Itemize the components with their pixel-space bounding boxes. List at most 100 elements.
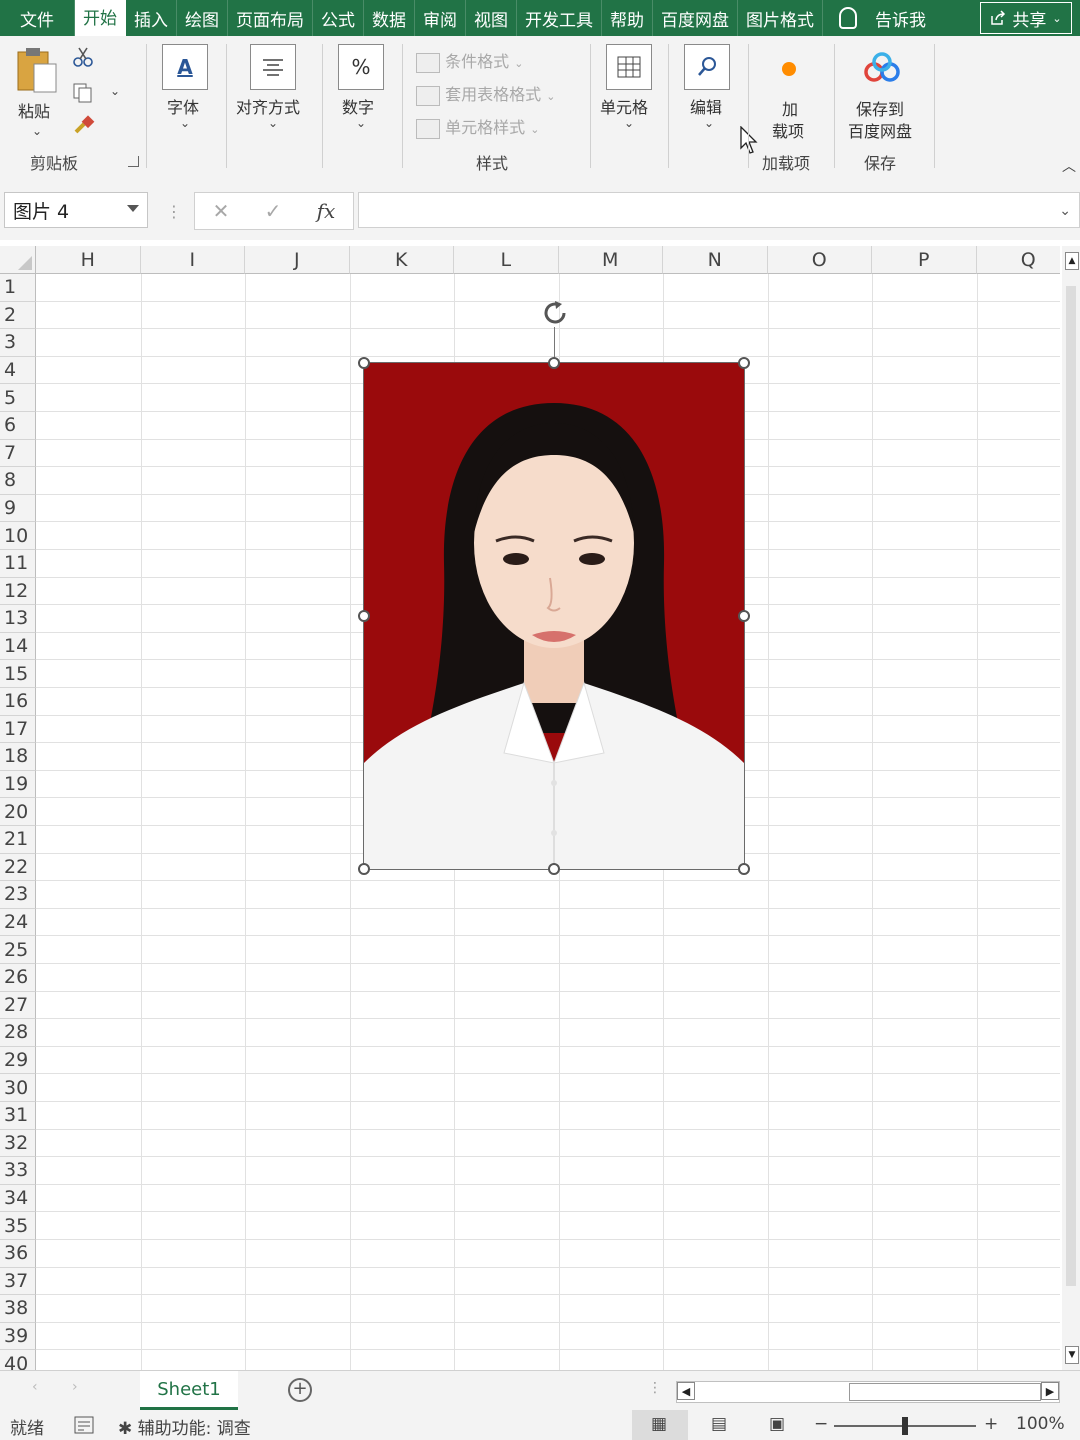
column-header-o[interactable]: O bbox=[767, 246, 872, 274]
scroll-left-icon[interactable]: ◀ bbox=[677, 1382, 695, 1400]
paste-button[interactable]: 粘贴 ⌄ bbox=[14, 46, 64, 138]
scrollbar-thumb[interactable] bbox=[849, 1383, 1041, 1401]
selected-picture[interactable] bbox=[363, 362, 745, 870]
column-header-q[interactable]: Q bbox=[976, 246, 1060, 274]
row-header-27[interactable]: 27 bbox=[0, 991, 36, 1020]
row-header-20[interactable]: 20 bbox=[0, 798, 36, 826]
macro-record-icon[interactable] bbox=[74, 1416, 94, 1434]
next-sheet-icon[interactable]: › bbox=[72, 1379, 78, 1395]
row-header-21[interactable]: 21 bbox=[0, 826, 36, 854]
column-header-h[interactable]: H bbox=[36, 246, 141, 274]
cell-style-button[interactable]: 单元格样式 ⌄ bbox=[416, 114, 586, 139]
font-button[interactable]: A 字体 ⌄ bbox=[162, 44, 212, 144]
row-header-5[interactable]: 5 bbox=[0, 384, 36, 412]
name-box[interactable]: 图片 4 bbox=[4, 192, 148, 228]
addins-button[interactable]: 加 载项 bbox=[762, 54, 822, 144]
normal-view-icon[interactable]: ▦ bbox=[646, 1414, 672, 1436]
formula-bar-grip-icon[interactable]: ⋮ bbox=[166, 202, 182, 221]
alignment-button[interactable]: 对齐方式 ⌄ bbox=[236, 44, 316, 144]
tab-home[interactable]: 开始 bbox=[75, 0, 126, 36]
tell-me-search[interactable]: 告诉我 bbox=[839, 0, 926, 36]
column-header-l[interactable]: L bbox=[454, 246, 559, 274]
chevron-down-icon[interactable] bbox=[127, 205, 139, 212]
row-header-9[interactable]: 9 bbox=[0, 494, 36, 523]
add-sheet-icon[interactable]: + bbox=[288, 1378, 312, 1402]
row-header-4[interactable]: 4 bbox=[0, 356, 36, 385]
tab-developer[interactable]: 开发工具 bbox=[517, 0, 602, 36]
resize-handle-left[interactable] bbox=[358, 610, 370, 622]
rotate-handle-icon[interactable] bbox=[540, 298, 570, 328]
row-header-29[interactable]: 29 bbox=[0, 1046, 36, 1075]
row-header-24[interactable]: 24 bbox=[0, 908, 36, 937]
share-button[interactable]: 共享 ⌄ bbox=[980, 2, 1072, 34]
row-header-15[interactable]: 15 bbox=[0, 660, 36, 688]
row-header-1[interactable]: 1 bbox=[0, 274, 36, 302]
tab-baidu-netdisk[interactable]: 百度网盘 bbox=[653, 0, 738, 36]
tab-insert[interactable]: 插入 bbox=[126, 0, 177, 36]
row-header-17[interactable]: 17 bbox=[0, 715, 36, 744]
select-all-corner[interactable] bbox=[0, 246, 36, 274]
tab-page-layout[interactable]: 页面布局 bbox=[228, 0, 313, 36]
row-header-38[interactable]: 38 bbox=[0, 1295, 36, 1323]
scroll-right-icon[interactable]: ▶ bbox=[1041, 1382, 1059, 1400]
column-header-m[interactable]: M bbox=[558, 246, 663, 274]
resize-handle-bottom-right[interactable] bbox=[738, 863, 750, 875]
row-header-31[interactable]: 31 bbox=[0, 1102, 36, 1130]
row-header-6[interactable]: 6 bbox=[0, 412, 36, 440]
row-header-23[interactable]: 23 bbox=[0, 881, 36, 909]
horizontal-scrollbar[interactable]: ◀ ▶ bbox=[676, 1381, 1060, 1403]
row-header-35[interactable]: 35 bbox=[0, 1212, 36, 1240]
formula-input[interactable]: ⌄ bbox=[358, 192, 1080, 228]
tab-data[interactable]: 数据 bbox=[364, 0, 415, 36]
format-painter-icon[interactable] bbox=[72, 114, 96, 136]
zoom-level[interactable]: 100% bbox=[1016, 1414, 1065, 1434]
row-header-12[interactable]: 12 bbox=[0, 577, 36, 606]
row-header-2[interactable]: 2 bbox=[0, 301, 36, 330]
editing-button[interactable]: 编辑 ⌄ bbox=[684, 44, 734, 144]
resize-handle-bottom-left[interactable] bbox=[358, 863, 370, 875]
row-header-19[interactable]: 19 bbox=[0, 770, 36, 799]
table-format-button[interactable]: 套用表格格式 ⌄ bbox=[416, 81, 586, 106]
number-button[interactable]: % 数字 ⌄ bbox=[338, 44, 388, 144]
column-header-i[interactable]: I bbox=[140, 246, 245, 274]
dialog-launcher-icon[interactable] bbox=[128, 156, 139, 167]
tab-review[interactable]: 审阅 bbox=[415, 0, 466, 36]
zoom-in-icon[interactable]: + bbox=[984, 1414, 998, 1434]
cut-icon[interactable] bbox=[72, 46, 94, 68]
prev-sheet-icon[interactable]: ‹ bbox=[32, 1379, 38, 1395]
column-header-p[interactable]: P bbox=[872, 246, 977, 274]
column-header-j[interactable]: J bbox=[245, 246, 350, 274]
row-header-18[interactable]: 18 bbox=[0, 743, 36, 771]
zoom-slider-thumb[interactable] bbox=[902, 1417, 908, 1435]
row-header-25[interactable]: 25 bbox=[0, 936, 36, 964]
scroll-up-icon[interactable]: ▲ bbox=[1065, 252, 1079, 270]
row-header-33[interactable]: 33 bbox=[0, 1157, 36, 1185]
confirm-icon[interactable]: ✓ bbox=[265, 199, 282, 223]
resize-handle-top-right[interactable] bbox=[738, 357, 750, 369]
row-header-34[interactable]: 34 bbox=[0, 1184, 36, 1213]
row-header-11[interactable]: 11 bbox=[0, 550, 36, 578]
row-header-36[interactable]: 36 bbox=[0, 1240, 36, 1268]
row-header-10[interactable]: 10 bbox=[0, 522, 36, 550]
column-header-n[interactable]: N bbox=[663, 246, 768, 274]
resize-handle-right[interactable] bbox=[738, 610, 750, 622]
accessibility-status[interactable]: ✱ 辅助功能: 调查 bbox=[118, 1414, 251, 1439]
row-header-3[interactable]: 3 bbox=[0, 329, 36, 357]
row-header-39[interactable]: 39 bbox=[0, 1322, 36, 1351]
row-header-13[interactable]: 13 bbox=[0, 605, 36, 633]
insert-function-icon[interactable]: fx bbox=[317, 199, 336, 223]
row-header-37[interactable]: 37 bbox=[0, 1267, 36, 1296]
row-header-40[interactable]: 40 bbox=[0, 1350, 36, 1370]
expand-formula-bar-icon[interactable]: ⌄ bbox=[1059, 203, 1071, 219]
row-header-14[interactable]: 14 bbox=[0, 632, 36, 661]
row-header-16[interactable]: 16 bbox=[0, 688, 36, 716]
tab-view[interactable]: 视图 bbox=[466, 0, 517, 36]
sheet-tab-sheet1[interactable]: Sheet1 bbox=[140, 1371, 238, 1410]
page-break-view-icon[interactable]: ▣ bbox=[764, 1414, 790, 1436]
page-layout-view-icon[interactable]: ▤ bbox=[706, 1414, 732, 1436]
vertical-scrollbar[interactable]: ▲ ▼ bbox=[1062, 246, 1080, 1370]
tab-file[interactable]: 文件 bbox=[0, 0, 75, 36]
collapse-ribbon-icon[interactable]: ︿ bbox=[1062, 156, 1076, 176]
scroll-down-icon[interactable]: ▼ bbox=[1065, 1346, 1079, 1364]
cancel-icon[interactable]: ✕ bbox=[213, 199, 230, 223]
